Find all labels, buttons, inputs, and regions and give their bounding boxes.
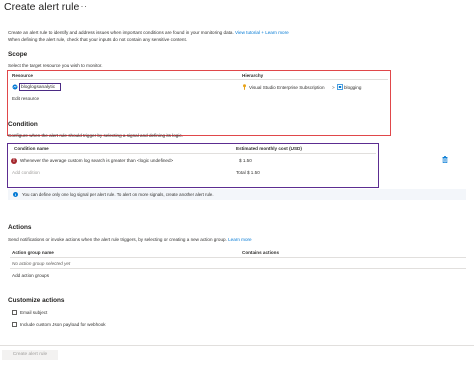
- condition-header-divider: [10, 153, 376, 154]
- actions-learn-more-link[interactable]: Learn more: [228, 237, 252, 242]
- actions-header-divider: [10, 257, 466, 258]
- actions-heading: Actions: [8, 224, 32, 231]
- custom-json-label: Include custom Json payload for webhook: [20, 322, 106, 327]
- actions-empty-text: No action group selected yet: [12, 261, 71, 266]
- info-message: You can define only one log signal per a…: [22, 192, 214, 198]
- condition-cost: $ 1.50: [239, 158, 252, 163]
- add-condition-button[interactable]: Add condition: [12, 170, 40, 175]
- hierarchy-separator: >: [332, 84, 335, 90]
- info-icon: i: [13, 192, 18, 197]
- actions-subtitle: Send notifications or invoke actions whe…: [8, 237, 252, 242]
- scope-heading: Scope: [8, 51, 28, 58]
- log-analytics-icon: [12, 84, 18, 90]
- resource-name[interactable]: bloglogsanalytic: [21, 85, 55, 90]
- actions-col-actions: Contains actions: [242, 250, 280, 255]
- more-menu-button[interactable]: ···: [77, 1, 88, 11]
- edit-resource-link[interactable]: Edit resource: [12, 96, 39, 101]
- description-line-2: When defining the alert rule, check that…: [8, 36, 188, 42]
- error-icon: !: [11, 157, 17, 164]
- custom-json-checkbox[interactable]: [12, 322, 17, 327]
- condition-subtitle: Configure when the alert rule should tri…: [8, 133, 183, 138]
- condition-total: Total $ 1.50: [236, 170, 260, 175]
- resource-group-name: blogging: [344, 84, 362, 90]
- actions-row-divider: [10, 268, 466, 269]
- email-subject-label: Email subject: [20, 310, 48, 315]
- actions-col-group: Action group name: [12, 250, 54, 255]
- email-subject-checkbox[interactable]: [12, 310, 17, 315]
- learn-more-link[interactable]: View tutorial + Learn more: [235, 30, 289, 35]
- condition-highlight-box: [7, 143, 379, 188]
- create-alert-rule-button[interactable]: Create alert rule: [2, 350, 58, 360]
- scope-subtitle: Select the target resource you wish to m…: [8, 63, 103, 68]
- scope-col-hierarchy: Hierarchy: [242, 73, 264, 78]
- actions-subtitle-text: Send notifications or invoke actions whe…: [8, 237, 227, 242]
- page-title: Create alert rule: [4, 1, 80, 13]
- subscription-name: Visual Studio Enterprise Subscription: [249, 84, 325, 90]
- condition-col-cost: Estimated monthly cost (USD): [236, 146, 302, 151]
- description-line-1: Create an alert rule to identify and add…: [8, 30, 234, 35]
- resource-group-icon: [337, 84, 343, 90]
- key-icon: [243, 84, 246, 90]
- add-action-groups-link[interactable]: Add action groups: [12, 273, 49, 278]
- trash-icon[interactable]: [442, 156, 448, 163]
- customize-actions-heading: Customize actions: [8, 297, 65, 304]
- scope-header-divider: [10, 79, 388, 80]
- info-message-bar: i You can define only one log signal per…: [8, 189, 466, 200]
- condition-heading: Condition: [8, 121, 38, 128]
- scope-col-resource: Resource: [12, 73, 33, 78]
- page-description: Create an alert rule to identify and add…: [8, 30, 338, 44]
- condition-col-name: Condition name: [14, 146, 49, 151]
- condition-link[interactable]: Whenever the average custom log search i…: [20, 158, 173, 163]
- footer-divider: [0, 345, 474, 346]
